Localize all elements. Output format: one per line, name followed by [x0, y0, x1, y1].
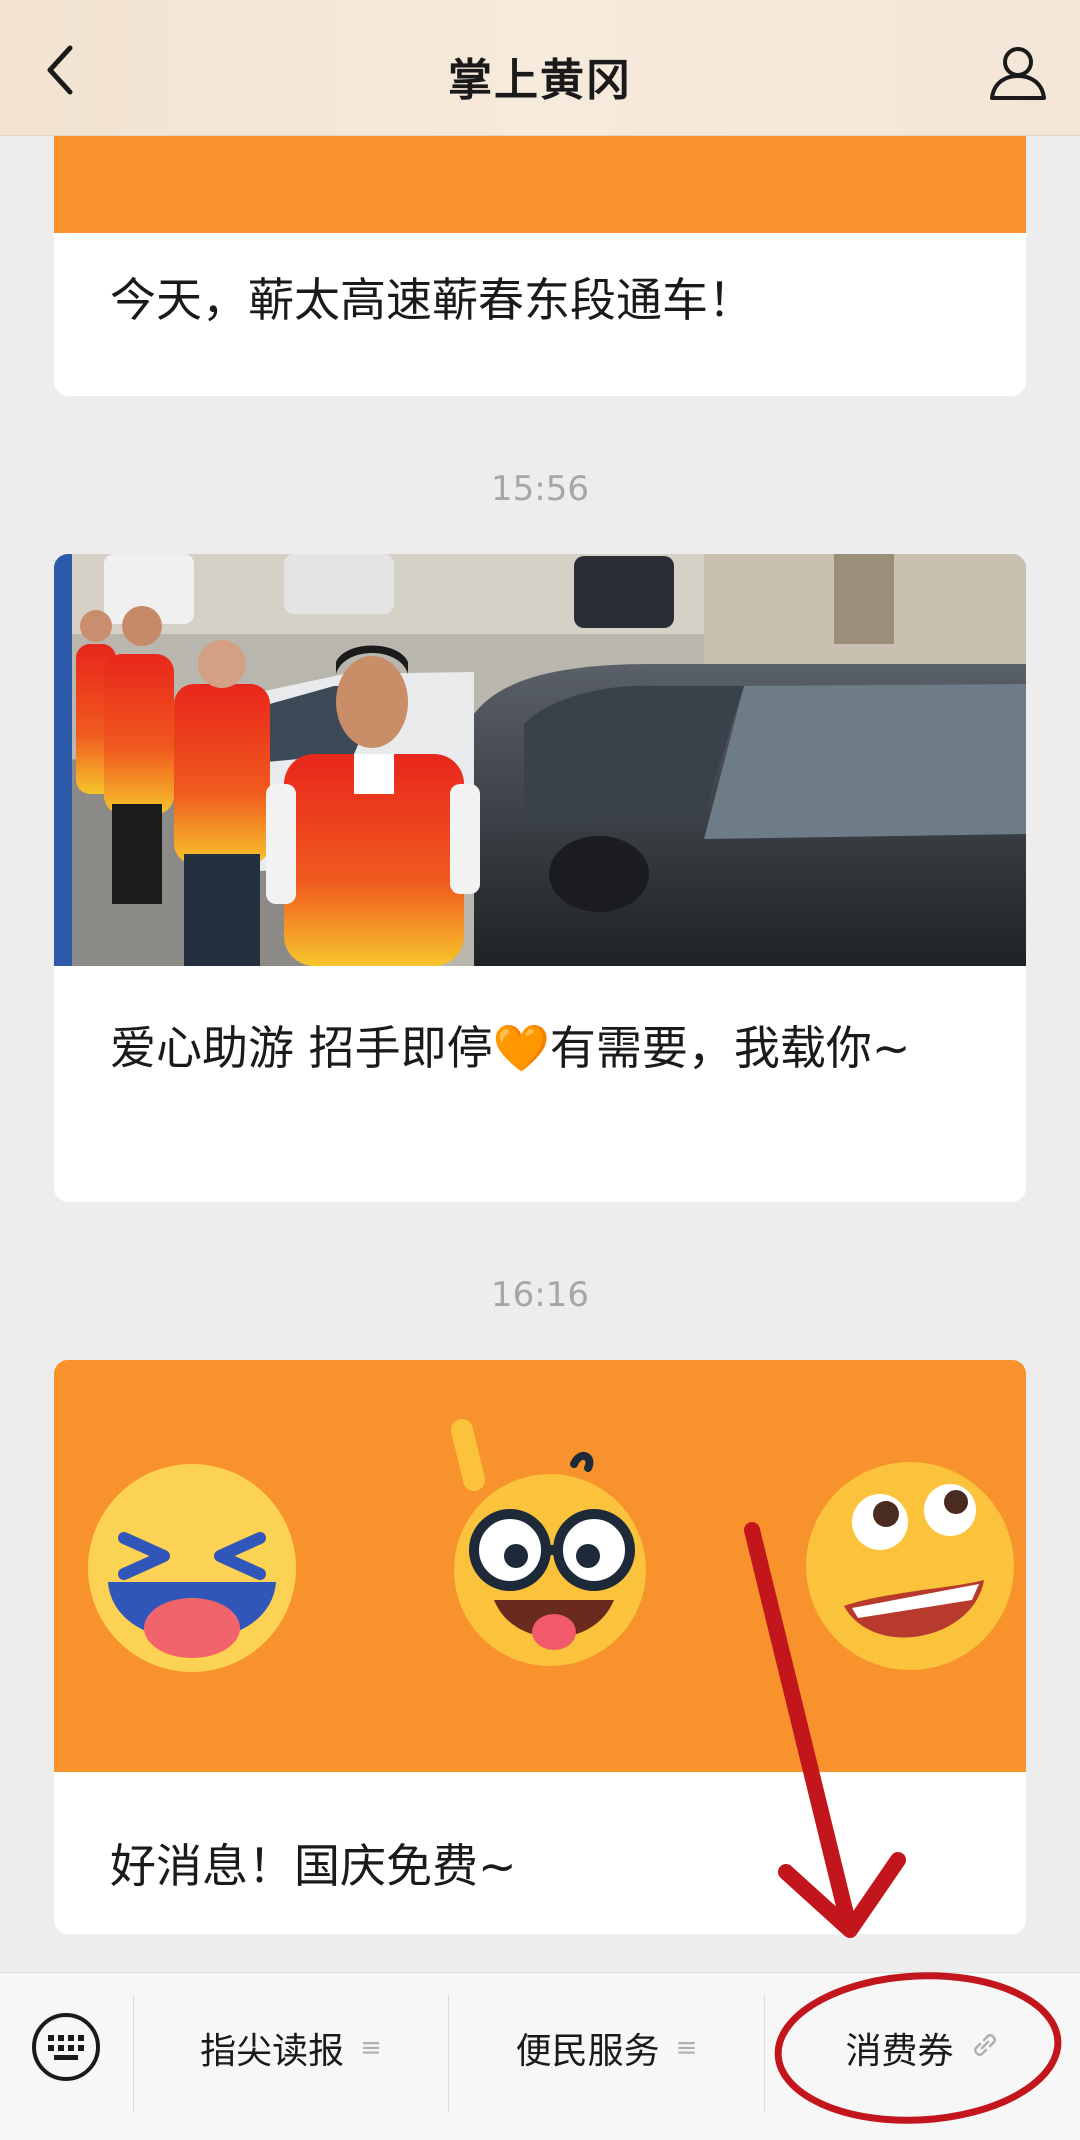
- menu-item-label: 便民服务: [515, 2031, 660, 2072]
- menu-item-label: 指尖读报: [200, 2031, 345, 2072]
- keyboard-icon: [32, 2013, 100, 2081]
- cheeky-emoji-icon: [806, 1462, 1014, 1670]
- message-timestamp: 16:16: [491, 1275, 589, 1315]
- list-icon: ≡: [360, 2033, 382, 2063]
- menu-item-coupons[interactable]: 消费券: [765, 2013, 1080, 2083]
- message-timestamp: 15:56: [491, 469, 589, 509]
- link-icon: [970, 2030, 1000, 2067]
- laughing-emoji-icon: [88, 1464, 296, 1672]
- article-cover-image: [54, 554, 1026, 966]
- article-cover-image: [54, 1360, 1026, 1772]
- menu-item-reader[interactable]: 指尖读报 ≡: [134, 2013, 448, 2083]
- menu-item-services[interactable]: 便民服务 ≡: [449, 2013, 764, 2083]
- profile-button[interactable]: [986, 44, 1050, 104]
- article-cover-image: [54, 136, 1026, 233]
- article-card[interactable]: 爱心助游 招手即停🧡有需要，我载你~: [54, 554, 1026, 1202]
- nav-header: 掌上黄冈: [0, 0, 1080, 136]
- article-title: 好消息！国庆免费~: [110, 1839, 517, 1893]
- bottom-menu-bar: 指尖读报 ≡ 便民服务 ≡ 消费券: [0, 1972, 1080, 2140]
- article-card[interactable]: 今天，蕲太高速蕲春东段通车！: [54, 136, 1026, 396]
- page-title: 掌上黄冈: [448, 55, 632, 106]
- message-feed[interactable]: 今天，蕲太高速蕲春东段通车！ 15:56 爱心助游 招手即停🧡有需要，我载你~ …: [0, 136, 1080, 1972]
- menu-item-label: 消费券: [845, 2031, 954, 2072]
- person-icon: [990, 47, 1046, 100]
- article-card[interactable]: 好消息！国庆免费~: [54, 1360, 1026, 1934]
- article-title: 今天，蕲太高速蕲春东段通车！: [110, 273, 754, 327]
- article-title: 爱心助游 招手即停🧡有需要，我载你~: [110, 1021, 911, 1075]
- list-icon: ≡: [675, 2033, 698, 2063]
- keyboard-toggle-button[interactable]: [30, 2011, 102, 2083]
